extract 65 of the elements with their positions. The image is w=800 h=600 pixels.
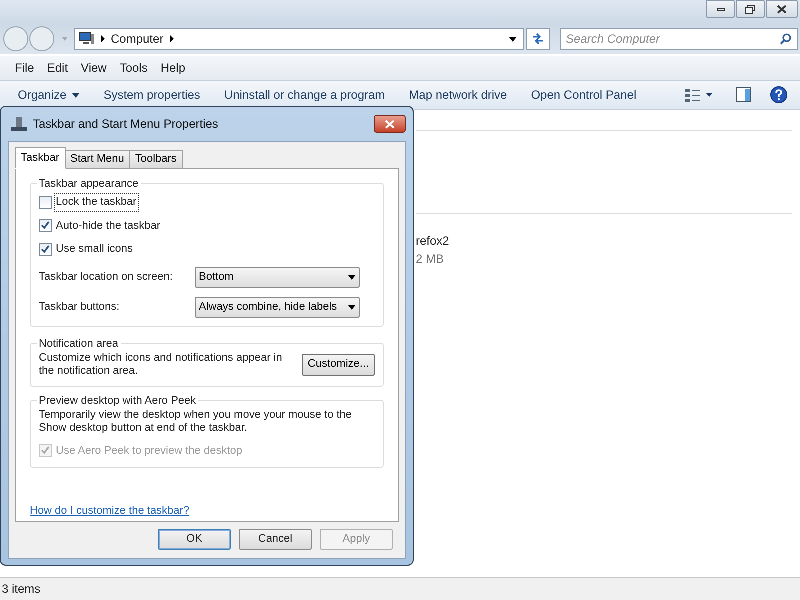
field-label: Taskbar location on screen:: [39, 270, 174, 285]
dialog-title: Taskbar and Start Menu Properties: [33, 116, 218, 133]
command-button[interactable]: Uninstall or change a program: [216, 86, 394, 104]
close-icon: [777, 4, 787, 14]
minimize-button[interactable]: [706, 0, 735, 18]
taskbar-icon: [10, 116, 28, 132]
help-icon[interactable]: [770, 86, 788, 104]
dropdown-value: Bottom: [199, 270, 235, 285]
view-options-icon[interactable]: [684, 87, 714, 103]
close-icon: [385, 120, 395, 128]
description-text: Temporarily view the desktop when you move your mouse to the Show desktop button at end of the taskbar.: [39, 408, 354, 434]
address-text: Computer: [111, 31, 164, 48]
computer-icon: [79, 32, 95, 46]
dropdown[interactable]: Bottom: [195, 266, 360, 288]
dropdown-arrow-icon[interactable]: [509, 36, 517, 42]
address-bar[interactable]: Computer: [74, 28, 524, 50]
dropdown-arrow-icon: [348, 304, 356, 310]
menu-item[interactable]: View: [78, 59, 110, 77]
refresh-button[interactable]: [526, 28, 550, 50]
checkbox[interactable]: [39, 242, 52, 256]
close-button[interactable]: [374, 115, 406, 133]
status-text: 3 items: [2, 581, 41, 598]
dropdown-arrow-icon: [348, 274, 356, 280]
checkmark-icon: [41, 221, 50, 230]
close-button[interactable]: [766, 0, 798, 18]
description-text: Customize which icons and notifications appear in the notification area.: [39, 352, 284, 378]
menu-item[interactable]: Help: [158, 59, 189, 77]
dropdown-value: Always combine, hide labels: [199, 300, 338, 315]
restore-icon: [745, 4, 756, 14]
customize-button[interactable]: Customize...: [302, 354, 375, 376]
dropdown[interactable]: Always combine, hide labels: [195, 296, 360, 318]
checkbox-label: Lock the taskbar: [55, 194, 138, 210]
minimize-icon: [716, 8, 724, 10]
drive-size: 2 MB: [416, 251, 446, 268]
menu-item[interactable]: File: [12, 59, 38, 77]
checkbox[interactable]: [39, 219, 52, 232]
checkbox-label: Use Aero Peek to preview the desktop: [55, 444, 244, 458]
group-title: Taskbar appearance: [37, 176, 141, 192]
command-button[interactable]: System properties: [96, 86, 208, 104]
checkbox-label: Auto-hide the taskbar: [55, 218, 162, 234]
command-button[interactable]: Open Control Panel: [523, 86, 645, 104]
breadcrumb-arrow-icon: [101, 35, 105, 43]
drive-name: refox2: [416, 233, 450, 250]
menu-item[interactable]: Tools: [116, 59, 151, 77]
tab[interactable]: Toolbars: [129, 150, 183, 169]
checkbox-label: Use small icons: [55, 242, 134, 257]
checkbox[interactable]: [39, 196, 52, 209]
dialog-button[interactable]: OK: [158, 529, 231, 550]
command-button[interactable]: Map network drive: [401, 86, 516, 104]
refresh-icon: [531, 33, 545, 45]
search-icon: [780, 33, 792, 45]
checkmark-icon: [41, 446, 50, 456]
preview-pane-icon[interactable]: [736, 87, 752, 103]
dialog-button[interactable]: Cancel: [239, 529, 312, 550]
dropdown-arrow-icon: [72, 92, 80, 98]
breadcrumb-arrow-icon: [170, 35, 174, 43]
checkmark-icon: [41, 244, 50, 254]
restore-button[interactable]: [736, 0, 765, 18]
command-button[interactable]: Organize: [10, 86, 88, 104]
help-link[interactable]: How do I customize the taskbar?: [30, 503, 190, 520]
menu-item[interactable]: Edit: [44, 59, 72, 77]
tab[interactable]: Start Menu: [64, 150, 130, 169]
field-label: Taskbar buttons:: [39, 300, 121, 315]
search-field[interactable]: Search Computer: [560, 28, 798, 50]
tab[interactable]: Taskbar: [15, 147, 66, 169]
